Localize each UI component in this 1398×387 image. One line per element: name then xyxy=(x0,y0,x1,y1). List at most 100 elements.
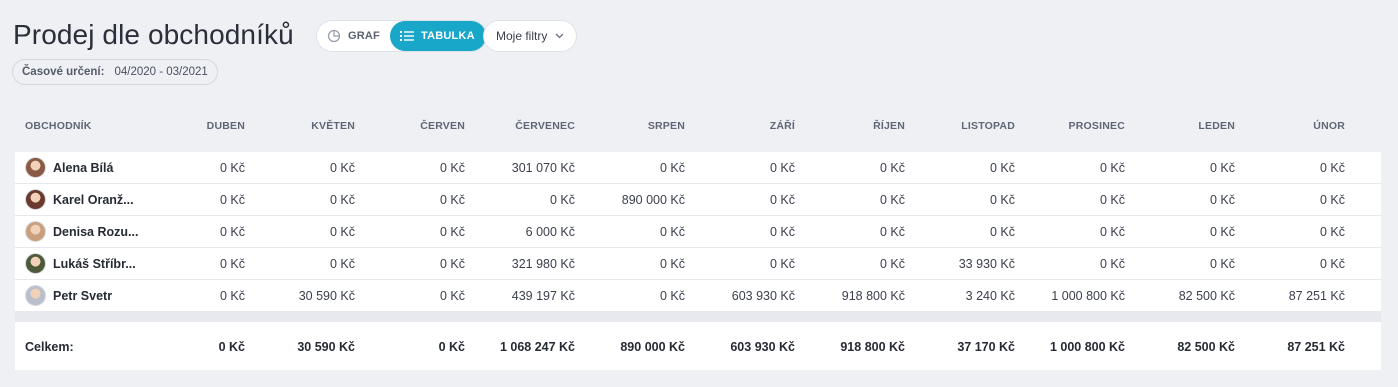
value-cell: 0 Kč xyxy=(989,225,1015,239)
value-cell: 1 000 800 Kč xyxy=(1051,289,1125,303)
value-cell: 0 Kč xyxy=(659,257,685,271)
column-header-8[interactable]: LISTOPAD xyxy=(961,120,1015,132)
page-title: Prodej dle obchodníků xyxy=(13,19,294,50)
salesperson-name: Denisa Rozu... xyxy=(53,224,139,239)
column-header-2[interactable]: KVĚTEN xyxy=(311,120,355,132)
column-header-0[interactable]: OBCHODNÍK xyxy=(25,120,92,132)
value-cell: 0 Kč xyxy=(1319,161,1345,175)
total-value-cell: 918 800 Kč xyxy=(840,340,905,354)
value-cell: 82 500 Kč xyxy=(1178,289,1235,303)
graf-view-label: GRAF xyxy=(348,30,380,42)
chevron-down-icon xyxy=(555,33,564,39)
column-header-9[interactable]: PROSINEC xyxy=(1069,120,1125,132)
salesperson-name: Lukáš Stříbr... xyxy=(53,256,136,271)
value-cell: 0 Kč xyxy=(1209,257,1235,271)
period-chip[interactable]: Časové určení: 04/2020 - 03/2021 xyxy=(12,59,218,85)
column-header-4[interactable]: ČERVENEC xyxy=(515,120,575,132)
value-cell: 0 Kč xyxy=(769,193,795,207)
salesperson-cell[interactable]: Alena Bílá xyxy=(25,157,113,178)
column-header-6[interactable]: ZÁŘÍ xyxy=(770,120,795,132)
value-cell: 0 Kč xyxy=(219,193,245,207)
value-cell: 0 Kč xyxy=(329,225,355,239)
value-cell: 0 Kč xyxy=(989,161,1015,175)
value-cell: 0 Kč xyxy=(329,161,355,175)
value-cell: 0 Kč xyxy=(769,257,795,271)
tabulka-view-button[interactable]: TABULKA xyxy=(389,21,486,51)
table-row[interactable]: Karel Oranž... 0 Kč 0 Kč 0 Kč 0 Kč 890 000 Kč… xyxy=(15,184,1381,216)
avatar xyxy=(25,253,46,274)
value-cell: 0 Kč xyxy=(1099,225,1125,239)
value-cell: 0 Kč xyxy=(439,193,465,207)
value-cell: 0 Kč xyxy=(1319,225,1345,239)
value-cell: 0 Kč xyxy=(329,257,355,271)
total-value-cell: 87 251 Kč xyxy=(1287,340,1345,354)
value-cell: 321 980 Kč xyxy=(511,257,575,271)
value-cell: 0 Kč xyxy=(219,289,245,303)
value-cell: 890 000 Kč xyxy=(621,193,685,207)
column-header-10[interactable]: LEDEN xyxy=(1198,120,1235,132)
total-value-cell: 1 068 247 Kč xyxy=(499,340,575,354)
salesperson-cell[interactable]: Karel Oranž... xyxy=(25,189,134,210)
column-header-11[interactable]: ÚNOR xyxy=(1313,120,1345,132)
value-cell: 0 Kč xyxy=(879,225,905,239)
value-cell: 0 Kč xyxy=(1099,193,1125,207)
sales-table: Alena Bílá 0 Kč 0 Kč 0 Kč 301 070 Kč 0 Kč 0 Kč… xyxy=(15,152,1381,312)
list-icon xyxy=(399,31,414,41)
my-filters-button[interactable]: Moje filtry xyxy=(484,21,577,51)
table-row[interactable]: Alena Bílá 0 Kč 0 Kč 0 Kč 301 070 Kč 0 Kč 0 Kč… xyxy=(15,152,1381,184)
value-cell: 0 Kč xyxy=(659,225,685,239)
my-filters-label: Moje filtry xyxy=(496,29,548,43)
value-cell: 0 Kč xyxy=(1099,161,1125,175)
total-value-cell: 890 000 Kč xyxy=(620,340,685,354)
salesperson-cell[interactable]: Petr Svetr xyxy=(25,285,112,306)
table-row[interactable]: Denisa Rozu... 0 Kč 0 Kč 0 Kč 6 000 Kč 0 Kč 0 … xyxy=(15,216,1381,248)
value-cell: 0 Kč xyxy=(769,225,795,239)
value-cell: 0 Kč xyxy=(879,161,905,175)
total-value-cell: 0 Kč xyxy=(218,340,245,354)
value-cell: 3 240 Kč xyxy=(965,289,1015,303)
value-cell: 87 251 Kč xyxy=(1288,289,1345,303)
value-cell: 301 070 Kč xyxy=(511,161,575,175)
value-cell: 0 Kč xyxy=(659,161,685,175)
value-cell: 439 197 Kč xyxy=(511,289,575,303)
value-cell: 33 930 Kč xyxy=(958,257,1015,271)
value-cell: 0 Kč xyxy=(1099,257,1125,271)
salesperson-name: Petr Svetr xyxy=(53,288,113,303)
value-cell: 0 Kč xyxy=(989,193,1015,207)
salesperson-cell[interactable]: Lukáš Stříbr... xyxy=(25,253,136,274)
value-cell: 603 930 Kč xyxy=(731,289,795,303)
value-cell: 0 Kč xyxy=(879,257,905,271)
total-value-cell: 603 930 Kč xyxy=(730,340,795,354)
value-cell: 0 Kč xyxy=(1209,225,1235,239)
totals-row: Celkem: 0 Kč 30 590 Kč 0 Kč 1 068 247 Kč 890… xyxy=(15,322,1381,370)
column-header-5[interactable]: SRPEN xyxy=(648,120,685,132)
column-header-3[interactable]: ČERVEN xyxy=(420,120,465,132)
graf-view-button[interactable]: GRAF xyxy=(317,21,390,51)
value-cell: 0 Kč xyxy=(1209,193,1235,207)
column-header-7[interactable]: ŘÍJEN xyxy=(873,120,905,132)
value-cell: 0 Kč xyxy=(1319,193,1345,207)
value-cell: 0 Kč xyxy=(659,289,685,303)
avatar xyxy=(25,221,46,242)
value-cell: 918 800 Kč xyxy=(841,289,905,303)
value-cell: 0 Kč xyxy=(439,257,465,271)
table-row[interactable]: Petr Svetr 0 Kč 30 590 Kč 0 Kč 439 197 Kč 0 K… xyxy=(15,280,1381,312)
avatar xyxy=(25,285,46,306)
value-cell: 0 Kč xyxy=(439,289,465,303)
value-cell: 0 Kč xyxy=(1319,257,1345,271)
salesperson-cell[interactable]: Denisa Rozu... xyxy=(25,221,138,242)
column-header-1[interactable]: DUBEN xyxy=(207,120,245,132)
pie-chart-icon xyxy=(327,29,341,43)
tabulka-view-label: TABULKA xyxy=(420,30,475,42)
value-cell: 0 Kč xyxy=(329,193,355,207)
value-cell: 0 Kč xyxy=(219,257,245,271)
table-row[interactable]: Lukáš Stříbr... 0 Kč 0 Kč 0 Kč 321 980 Kč 0 K… xyxy=(15,248,1381,280)
total-label: Celkem: xyxy=(25,340,74,354)
value-cell: 0 Kč xyxy=(769,161,795,175)
value-cell: 0 Kč xyxy=(219,161,245,175)
total-value-cell: 1 000 800 Kč xyxy=(1049,340,1125,354)
value-cell: 0 Kč xyxy=(439,225,465,239)
total-value-cell: 30 590 Kč xyxy=(297,340,355,354)
value-cell: 0 Kč xyxy=(1209,161,1235,175)
value-cell: 6 000 Kč xyxy=(525,225,575,239)
